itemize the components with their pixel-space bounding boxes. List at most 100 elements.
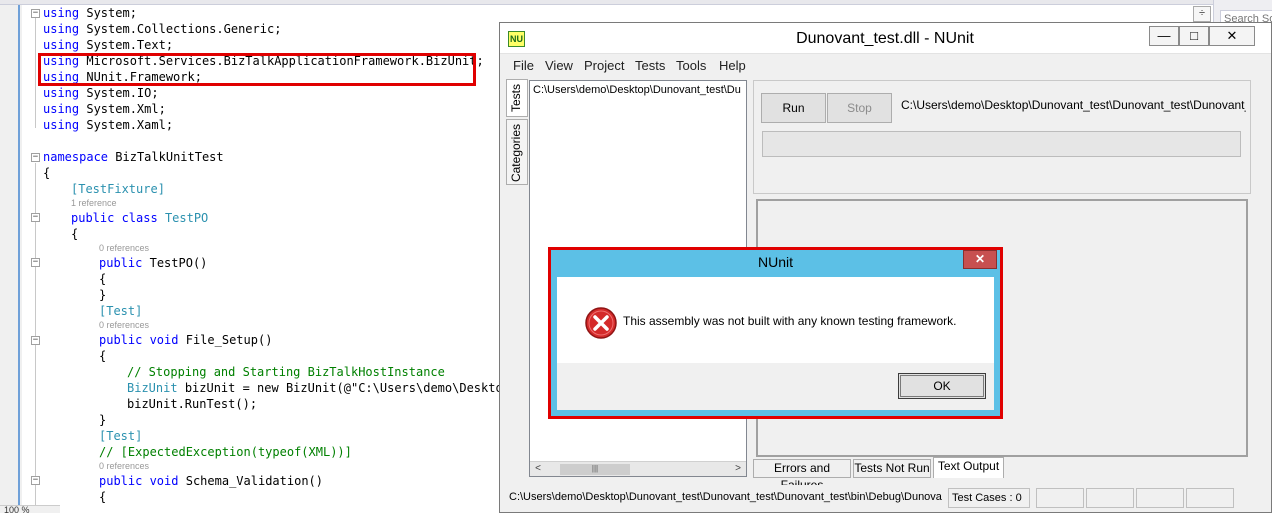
split-editor-icon[interactable]: ÷: [1193, 6, 1211, 22]
code-line[interactable]: public void Schema_Validation(): [99, 473, 323, 489]
scroll-right-icon[interactable]: >: [731, 463, 745, 476]
code-line[interactable]: [TestFixture]: [71, 181, 165, 197]
error-icon: [585, 307, 617, 339]
code-line[interactable]: [Test]: [99, 303, 142, 319]
code-line[interactable]: }: [99, 287, 106, 303]
code-line[interactable]: using System.Xaml;: [43, 117, 173, 133]
dialog-title: NUnit: [757, 254, 793, 270]
nunit-window-title: Dunovant_test.dll - NUnit: [796, 30, 974, 47]
tab-tests-not-run[interactable]: Tests Not Run: [853, 459, 931, 478]
tree-horizontal-scrollbar[interactable]: < ||| >: [530, 461, 746, 476]
nunit-menu-bar: File View Project Tests Tools Help: [500, 55, 1271, 77]
code-line[interactable]: {: [71, 226, 78, 242]
status-cell: [1086, 488, 1134, 508]
code-text: BizTalkUnitTest: [115, 150, 224, 164]
dialog-body: This assembly was not built with any kno…: [557, 277, 994, 410]
nunit-title-bar[interactable]: NU Dunovant_test.dll - NUnit — □ ✕: [500, 23, 1271, 54]
status-test-cases: Test Cases : 0: [948, 488, 1030, 508]
code-text: File_Setup(): [185, 333, 273, 347]
code-line[interactable]: bizUnit.RunTest();: [127, 396, 257, 412]
minimize-button[interactable]: —: [1149, 26, 1179, 46]
tab-tests[interactable]: Tests: [506, 79, 528, 117]
code-text: TestPO(): [149, 256, 208, 270]
fold-toggle[interactable]: −: [31, 336, 40, 345]
nunit-logo-icon: NU: [508, 31, 525, 47]
code-text: System.Collections.Generic;: [86, 22, 282, 36]
progress-bar: [762, 131, 1241, 157]
code-text: System;: [86, 6, 137, 20]
code-line[interactable]: using System.Text;: [43, 37, 173, 53]
zoom-level[interactable]: 100 %: [0, 505, 60, 513]
fold-toggle[interactable]: −: [31, 9, 40, 18]
code-text: System.Xaml;: [86, 118, 174, 132]
ok-button[interactable]: OK: [898, 373, 986, 399]
code-line[interactable]: using System.Xml;: [43, 101, 166, 117]
code-line[interactable]: BizUnit bizUnit = new BizUnit(@"C:\Users…: [127, 380, 510, 396]
code-line[interactable]: public class TestPO: [71, 210, 208, 226]
code-line[interactable]: {: [99, 271, 106, 287]
assembly-path: C:\Users\demo\Desktop\Dunovant_test\Duno…: [901, 98, 1246, 112]
stop-button[interactable]: Stop: [827, 93, 892, 123]
menu-tests[interactable]: Tests: [635, 58, 665, 73]
result-tabs: Errors and Failures Tests Not Run Text O…: [753, 457, 1251, 492]
code-text: System.Xml;: [86, 102, 166, 116]
code-lens-references[interactable]: 1 reference: [71, 198, 117, 209]
scroll-thumb[interactable]: |||: [560, 464, 630, 475]
code-line[interactable]: // [ExpectedException(typeof(XML))]: [99, 444, 352, 460]
dialog-footer: OK: [557, 363, 994, 410]
code-line[interactable]: public void File_Setup(): [99, 332, 272, 348]
code-lens-references[interactable]: 0 references: [99, 461, 149, 472]
nunit-side-tabs: Tests Categories: [506, 79, 528, 187]
run-panel: Run Stop C:\Users\demo\Desktop\Dunovant_…: [753, 80, 1251, 194]
tab-categories[interactable]: Categories: [506, 119, 528, 185]
fold-guide: [35, 18, 36, 128]
fold-toggle[interactable]: −: [31, 153, 40, 162]
menu-view[interactable]: View: [545, 58, 573, 73]
nunit-error-dialog: NUnit ✕ This assembly was not built with…: [551, 250, 1000, 416]
using-highlight-box: [38, 53, 476, 86]
menu-file[interactable]: File: [513, 58, 534, 73]
close-button[interactable]: ✕: [1209, 26, 1255, 46]
menu-help[interactable]: Help: [719, 58, 746, 73]
menu-project[interactable]: Project: [584, 58, 624, 73]
code-line[interactable]: using System;: [43, 5, 137, 21]
code-line[interactable]: [Test]: [99, 428, 142, 444]
code-text: System.IO;: [86, 86, 159, 100]
fold-toggle[interactable]: −: [31, 258, 40, 267]
code-line[interactable]: using System.IO;: [43, 85, 159, 101]
tab-tests-label: Tests: [509, 84, 523, 113]
code-line[interactable]: namespace BizTalkUnitTest: [43, 149, 224, 165]
dialog-message: This assembly was not built with any kno…: [623, 314, 957, 328]
tab-errors-and-failures[interactable]: Errors and Failures: [753, 459, 851, 492]
maximize-button[interactable]: □: [1179, 26, 1209, 46]
status-bar: C:\Users\demo\Desktop\Dunovant_test\Duno…: [500, 485, 1271, 512]
code-line[interactable]: using System.Collections.Generic;: [43, 21, 281, 37]
code-line[interactable]: public TestPO(): [99, 255, 207, 271]
code-lens-references[interactable]: 0 references: [99, 320, 149, 331]
code-text: TestPO: [164, 211, 209, 225]
status-cell: [1036, 488, 1084, 508]
editor-top-bar: [0, 0, 1272, 5]
tree-root-node[interactable]: C:\Users\demo\Desktop\Dunovant_test\Du: [533, 84, 743, 96]
editor-left-margin: [0, 5, 22, 513]
code-line[interactable]: // Stopping and Starting BizTalkHostInst…: [127, 364, 445, 380]
menu-tools[interactable]: Tools: [676, 58, 706, 73]
status-path: C:\Users\demo\Desktop\Dunovant_test\Duno…: [509, 491, 942, 503]
tab-categories-label: Categories: [509, 124, 523, 183]
code-text: System.Text;: [86, 38, 174, 52]
code-line[interactable]: {: [99, 348, 106, 364]
code-text: Schema_Validation(): [185, 474, 323, 488]
fold-toggle[interactable]: −: [31, 213, 40, 222]
fold-toggle[interactable]: −: [31, 476, 40, 485]
tab-text-output[interactable]: Text Output: [933, 457, 1004, 478]
code-line[interactable]: {: [99, 489, 106, 505]
run-button[interactable]: Run: [761, 93, 826, 123]
code-line[interactable]: }: [99, 412, 106, 428]
code-line[interactable]: {: [43, 165, 50, 181]
code-text: bizUnit = new BizUnit(@"C:\Users\demo\De…: [184, 381, 510, 395]
status-cell: [1186, 488, 1234, 508]
status-cell: [1136, 488, 1184, 508]
scroll-left-icon[interactable]: <: [531, 463, 545, 476]
dialog-close-button[interactable]: ✕: [963, 250, 997, 269]
code-lens-references[interactable]: 0 references: [99, 243, 149, 254]
